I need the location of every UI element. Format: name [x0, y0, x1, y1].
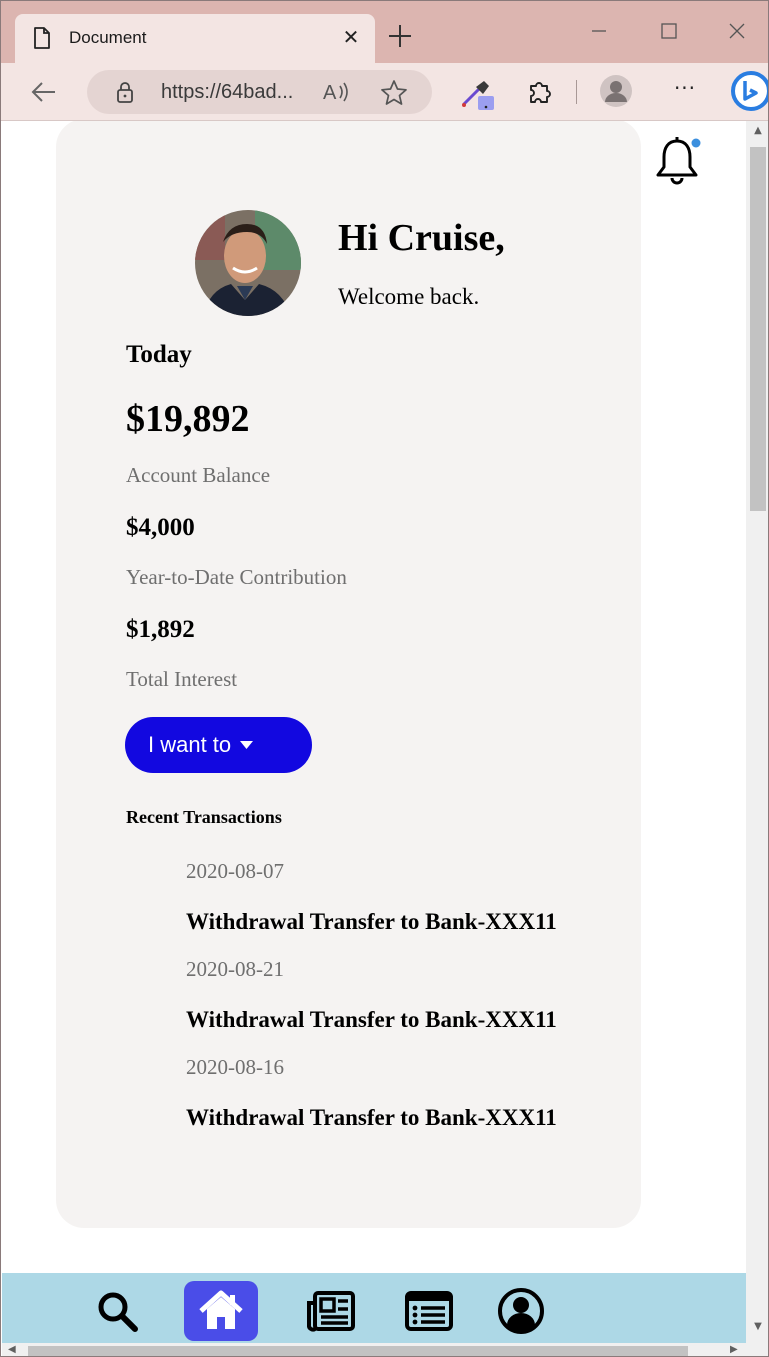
bottom-navigation — [2, 1273, 746, 1343]
i-want-to-label: I want to — [148, 732, 232, 757]
address-bar[interactable]: https://64bad... A — [87, 70, 432, 114]
transaction-item[interactable]: 2020-08-16 Withdrawal Transfer to Bank-X… — [186, 1055, 626, 1153]
account-balance-label: Account Balance — [126, 463, 271, 487]
nav-news[interactable] — [294, 1281, 368, 1341]
toolbar-divider — [576, 80, 577, 104]
avatar[interactable] — [195, 210, 301, 316]
more-options-icon[interactable]: ··· — [669, 75, 701, 107]
nav-list[interactable] — [392, 1281, 466, 1341]
total-interest-value: $1,892 — [126, 616, 195, 643]
transaction-item[interactable]: 2020-08-21 Withdrawal Transfer to Bank-X… — [186, 957, 626, 1055]
user-icon — [498, 1288, 544, 1334]
ytd-contribution-value: $4,000 — [126, 514, 195, 541]
profile-photo — [195, 210, 301, 316]
eyedropper-extension-icon[interactable] — [459, 77, 495, 113]
i-want-to-button[interactable]: I want to — [125, 717, 312, 773]
transaction-list: 2020-08-07 Withdrawal Transfer to Bank-X… — [186, 859, 626, 1153]
transaction-date: 2020-08-16 — [186, 1055, 284, 1079]
vertical-scroll-thumb[interactable] — [750, 147, 766, 511]
scroll-up-arrow-icon[interactable]: ▲ — [751, 125, 765, 137]
nav-profile[interactable] — [484, 1281, 558, 1341]
greeting-heading: Hi Cruise, — [338, 217, 505, 259]
today-heading: Today — [126, 341, 192, 368]
document-icon — [34, 27, 50, 49]
bing-chat-icon[interactable] — [729, 69, 769, 115]
scroll-right-arrow-icon[interactable]: ▶ — [730, 1344, 738, 1355]
window-close-icon[interactable] — [725, 21, 749, 41]
welcome-text: Welcome back. — [338, 284, 480, 309]
browser-window: Document ✕ https://64bad... A ··· Hi Cru… — [0, 0, 769, 1357]
newspaper-icon — [307, 1291, 355, 1332]
favorite-star-icon[interactable] — [379, 78, 409, 108]
transaction-date: 2020-08-21 — [186, 957, 284, 981]
lock-icon[interactable] — [115, 81, 135, 103]
scroll-left-arrow-icon[interactable]: ◀ — [8, 1344, 16, 1355]
transaction-description: Withdrawal Transfer to Bank-XXX11 — [186, 1007, 557, 1032]
extensions-puzzle-icon[interactable] — [525, 77, 555, 107]
title-bar: Document ✕ — [1, 1, 768, 63]
total-interest-label: Total Interest — [126, 667, 238, 691]
recent-transactions-heading: Recent Transactions — [126, 807, 282, 827]
tab-title: Document — [69, 28, 147, 47]
notification-bell-icon[interactable] — [652, 135, 702, 187]
account-balance-value: $19,892 — [126, 398, 250, 440]
minimize-icon[interactable] — [587, 21, 611, 41]
browser-toolbar: https://64bad... A ··· — [1, 63, 769, 121]
page-viewport: Hi Cruise, Welcome back. Today $19,892 A… — [2, 121, 746, 1343]
back-arrow-icon[interactable] — [29, 77, 59, 107]
home-icon — [199, 1290, 243, 1329]
list-icon — [405, 1291, 453, 1331]
scroll-down-arrow-icon[interactable]: ▼ — [751, 1321, 765, 1333]
browser-profile-icon[interactable] — [599, 74, 633, 108]
transaction-item[interactable]: 2020-08-07 Withdrawal Transfer to Bank-X… — [186, 859, 626, 957]
new-tab-icon[interactable] — [387, 23, 413, 49]
search-icon — [98, 1292, 138, 1332]
url-text: https://64bad... — [161, 81, 294, 103]
svg-text:A: A — [323, 82, 337, 104]
transaction-description: Withdrawal Transfer to Bank-XXX11 — [186, 909, 557, 934]
ytd-contribution-label: Year-to-Date Contribution — [126, 565, 347, 589]
transaction-date: 2020-08-07 — [186, 859, 284, 883]
transaction-description: Withdrawal Transfer to Bank-XXX11 — [186, 1105, 557, 1130]
maximize-icon[interactable] — [657, 21, 681, 41]
horizontal-scrollbar[interactable]: ◀ ▶ — [2, 1343, 768, 1356]
browser-tab[interactable]: Document ✕ — [15, 14, 375, 63]
caret-down-icon — [240, 741, 253, 749]
read-aloud-icon[interactable]: A — [321, 78, 351, 106]
close-tab-icon[interactable]: ✕ — [339, 25, 363, 49]
dashboard-card: Hi Cruise, Welcome back. Today $19,892 A… — [56, 121, 641, 1228]
horizontal-scroll-thumb[interactable] — [28, 1346, 688, 1356]
nav-home[interactable] — [184, 1281, 258, 1341]
nav-search[interactable] — [80, 1281, 154, 1341]
vertical-scrollbar[interactable]: ▲ ▼ — [746, 121, 768, 1343]
